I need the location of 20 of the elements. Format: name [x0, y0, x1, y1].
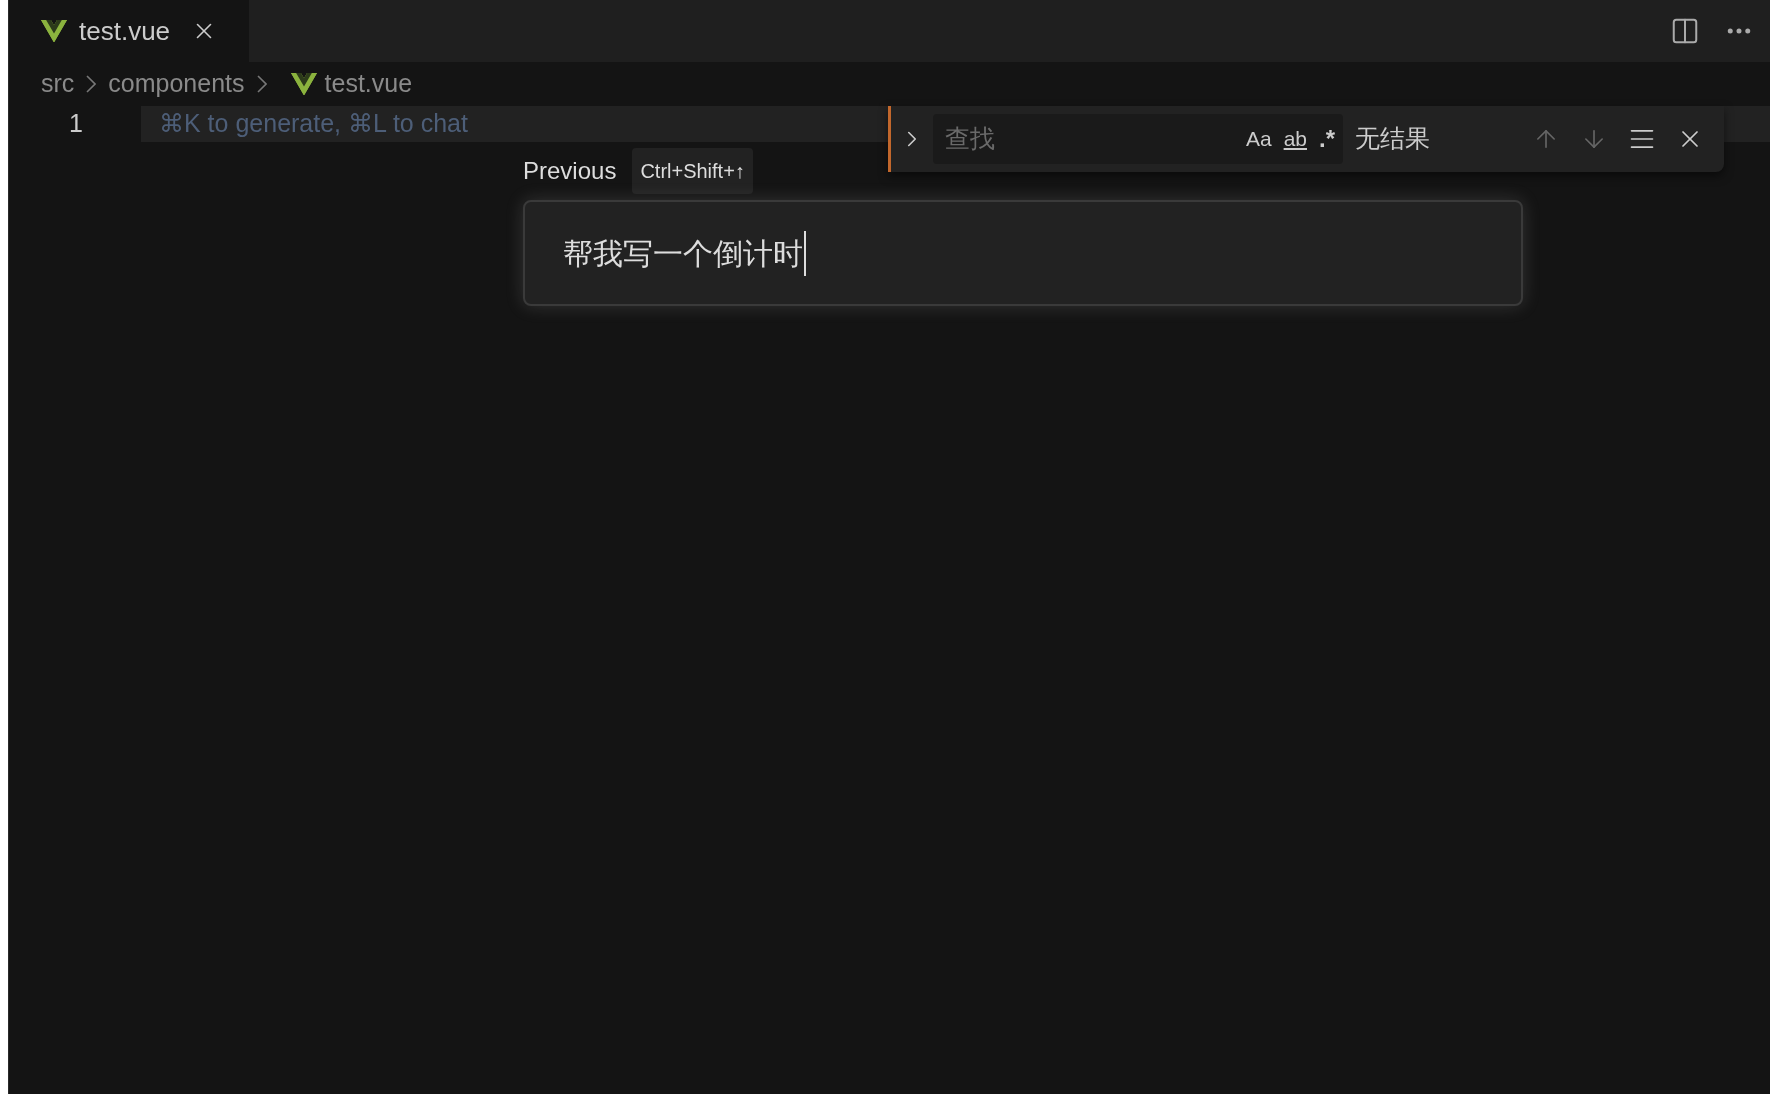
breadcrumb-item[interactable]: test.vue — [324, 65, 413, 103]
vue-logo-icon — [290, 72, 317, 96]
find-result-text: 无结果 — [1355, 123, 1430, 155]
history-label: Previous — [523, 156, 617, 186]
chevron-icon — [86, 75, 97, 93]
breadcrumb-item[interactable]: src — [41, 65, 75, 103]
find-input-field[interactable]: 查找 Aa ab .* — [933, 114, 1343, 164]
split-editor-icon[interactable] — [1670, 16, 1700, 46]
chevron-icon — [256, 75, 267, 93]
vue-logo-icon — [41, 19, 67, 43]
ghost-hint-text: ⌘K to generate, ⌘L to chat — [159, 108, 468, 140]
editor-tab[interactable]: test.vue — [9, 0, 249, 62]
line-number: 1 — [69, 108, 83, 140]
match-case-toggle[interactable]: Aa — [1245, 123, 1272, 155]
shortcut-badge: Ctrl+Shift+↑ — [632, 148, 753, 194]
regex-toggle[interactable]: .* — [1319, 121, 1335, 157]
match-whole-word-toggle[interactable]: ab — [1283, 123, 1307, 155]
prompt-input-field[interactable]: 帮我写一个倒计时 — [523, 200, 1523, 306]
tab-label: test.vue — [79, 14, 171, 48]
breadcrumb-item[interactable]: components — [108, 65, 245, 103]
